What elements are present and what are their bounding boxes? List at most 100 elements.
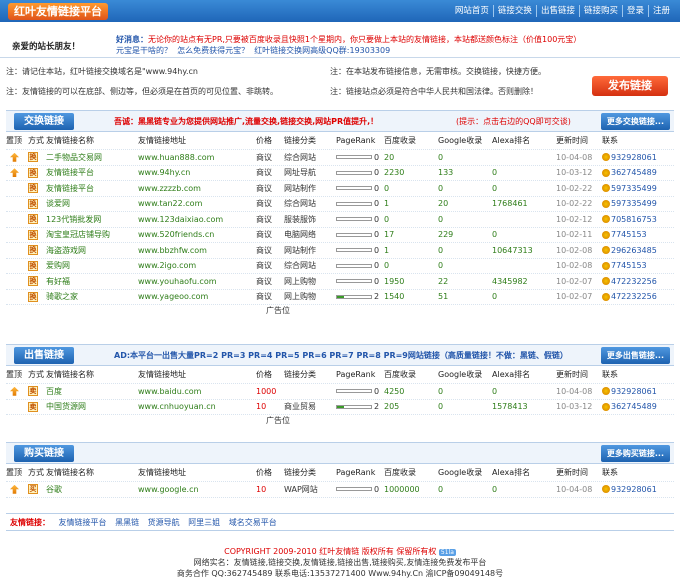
qq-contact[interactable]: 362745489: [602, 168, 674, 177]
qq-contact[interactable]: 597335499: [602, 199, 674, 208]
link-name[interactable]: 有好福: [46, 276, 138, 287]
link-url[interactable]: www.huan888.com: [138, 153, 256, 162]
qq-contact[interactable]: 7745153: [602, 230, 674, 239]
more-exchange-button[interactable]: 更多交换链接...: [600, 113, 670, 130]
nav-sell[interactable]: 出售链接: [535, 5, 579, 17]
sell-adspot[interactable]: 广告位: [6, 415, 674, 429]
qq-icon[interactable]: [602, 277, 610, 286]
more-sell-button[interactable]: 更多出售链接...: [600, 347, 670, 364]
link-url[interactable]: www.cnhuoyuan.cn: [138, 402, 256, 411]
link-name[interactable]: 123代销批发网: [46, 214, 138, 225]
qq-icon[interactable]: [602, 246, 610, 255]
nav-exchange[interactable]: 链接交换: [492, 5, 536, 17]
qq-icon[interactable]: [602, 402, 610, 411]
qq-number[interactable]: 705816753: [611, 215, 657, 224]
more-buy-button[interactable]: 更多购买链接...: [600, 445, 670, 462]
link-name[interactable]: 中国货源网: [46, 401, 138, 412]
qq-number[interactable]: 597335499: [611, 184, 657, 193]
qq-number[interactable]: 597335499: [611, 199, 657, 208]
link-url[interactable]: www.tan22.com: [138, 199, 256, 208]
qq-contact[interactable]: 932928061: [602, 387, 674, 396]
qq-icon[interactable]: [602, 168, 610, 177]
qq-contact[interactable]: 705816753: [602, 215, 674, 224]
qq-icon[interactable]: [602, 230, 610, 239]
qq-contact[interactable]: 7745153: [602, 261, 674, 270]
link-name[interactable]: 百度: [46, 386, 138, 397]
footer-link[interactable]: 阿里三姐: [188, 518, 220, 527]
news-link-yuanbao[interactable]: 元宝是干啥的？: [116, 46, 172, 55]
sell-columns: 置顶 方式 友情链接名称 友情链接地址 价格 链接分类 PageRank 百度收录 Google…: [6, 366, 674, 384]
footer-link[interactable]: 域名交易平台: [229, 518, 277, 527]
link-name[interactable]: 骑歌之家: [46, 291, 138, 302]
link-url[interactable]: www.zzzzb.com: [138, 184, 256, 193]
qq-contact[interactable]: 472232256: [602, 292, 674, 301]
qq-contact[interactable]: 362745489: [602, 402, 674, 411]
mode-cell: 换: [28, 229, 46, 240]
sell-section: 出售链接 AD:本平台一出售大量PR=2 PR=3 PR=4 PR=5 PR=6…: [6, 344, 674, 429]
qq-icon[interactable]: [602, 485, 610, 494]
stats-badge[interactable]: 51la: [438, 549, 456, 556]
footer-link[interactable]: 友情链接平台: [59, 518, 107, 527]
qq-contact[interactable]: 296263485: [602, 246, 674, 255]
nav-buy[interactable]: 链接购买: [578, 5, 622, 17]
link-url[interactable]: www.baidu.com: [138, 387, 256, 396]
nav-login[interactable]: 登录: [621, 5, 648, 17]
link-name[interactable]: 谈爱网: [46, 198, 138, 209]
qq-contact[interactable]: 472232256: [602, 277, 674, 286]
link-url[interactable]: www.youhaofu.com: [138, 277, 256, 286]
link-name[interactable]: 谷歌: [46, 484, 138, 495]
buy-table: 买谷歌 www.google.cn 10 WAP网站 0 1000000 0 0 10-04-0…: [6, 482, 674, 498]
link-name[interactable]: 海盗游戏网: [46, 245, 138, 256]
column-header: 价格: [256, 370, 272, 379]
qq-contact[interactable]: 932928061: [602, 485, 674, 494]
baidu-count: 0: [384, 214, 390, 224]
link-url[interactable]: www.yageoo.com: [138, 292, 256, 301]
qq-number[interactable]: 472232256: [611, 277, 657, 286]
link-url[interactable]: www.123daixiao.com: [138, 215, 256, 224]
qq-icon[interactable]: [602, 184, 610, 193]
link-name[interactable]: 淘宝皇冠店铺导购: [46, 229, 138, 240]
qq-contact[interactable]: 597335499: [602, 184, 674, 193]
pagerank-cell: 2: [336, 292, 384, 301]
exchange-adspot[interactable]: 广告位: [6, 305, 674, 319]
pagerank-cell: 0: [336, 168, 384, 177]
footer-link[interactable]: 黑黑链: [115, 518, 139, 527]
baidu-count: 0: [384, 183, 390, 193]
qq-number[interactable]: 362745489: [611, 168, 657, 177]
qq-number[interactable]: 932928061: [611, 387, 657, 396]
link-name[interactable]: 爱购网: [46, 260, 138, 271]
qq-number[interactable]: 296263485: [611, 246, 657, 255]
link-name[interactable]: 二手物品交易网: [46, 152, 138, 163]
nav-home[interactable]: 网站首页: [451, 5, 493, 17]
qq-icon[interactable]: [602, 387, 610, 396]
qq-number[interactable]: 932928061: [611, 153, 657, 162]
link-url[interactable]: www.google.cn: [138, 485, 256, 494]
news-line1[interactable]: 无论你的站点有无PR,只要被百度收录且快照1个星期内，你只要做上本站的友情链接，…: [148, 35, 581, 44]
pagerank-bar: [336, 170, 372, 175]
qq-contact[interactable]: 932928061: [602, 153, 674, 162]
qq-icon[interactable]: [602, 153, 610, 162]
site-logo[interactable]: 红叶友情链接平台: [8, 3, 108, 20]
link-name[interactable]: 友情链接平台: [46, 183, 138, 194]
qq-icon[interactable]: [602, 199, 610, 208]
footer-link[interactable]: 货源导航: [148, 518, 180, 527]
publish-link-button[interactable]: 发布链接: [592, 76, 668, 96]
nav-register[interactable]: 注册: [647, 5, 674, 17]
category: 商业贸易: [284, 402, 316, 412]
link-url[interactable]: www.94hy.cn: [138, 168, 256, 177]
link-url[interactable]: www.bbzhfw.com: [138, 246, 256, 255]
footer-links: 友情链接： 友情链接平台 黑黑链 货源导航 阿里三姐 域名交易平台: [6, 513, 674, 531]
qq-number[interactable]: 7745153: [611, 261, 647, 270]
link-url[interactable]: www.520friends.cn: [138, 230, 256, 239]
qq-number[interactable]: 362745489: [611, 402, 657, 411]
news-link-free[interactable]: 怎么免费获得元宝？: [177, 46, 249, 55]
link-url[interactable]: www.2igo.com: [138, 261, 256, 270]
link-name[interactable]: 友情链接平台: [46, 167, 138, 178]
update-date: 10-04-08: [556, 152, 593, 162]
qq-number[interactable]: 7745153: [611, 230, 647, 239]
qq-icon[interactable]: [602, 292, 610, 301]
qq-icon[interactable]: [602, 215, 610, 224]
qq-icon[interactable]: [602, 261, 610, 270]
qq-number[interactable]: 472232256: [611, 292, 657, 301]
qq-number[interactable]: 932928061: [611, 485, 657, 494]
